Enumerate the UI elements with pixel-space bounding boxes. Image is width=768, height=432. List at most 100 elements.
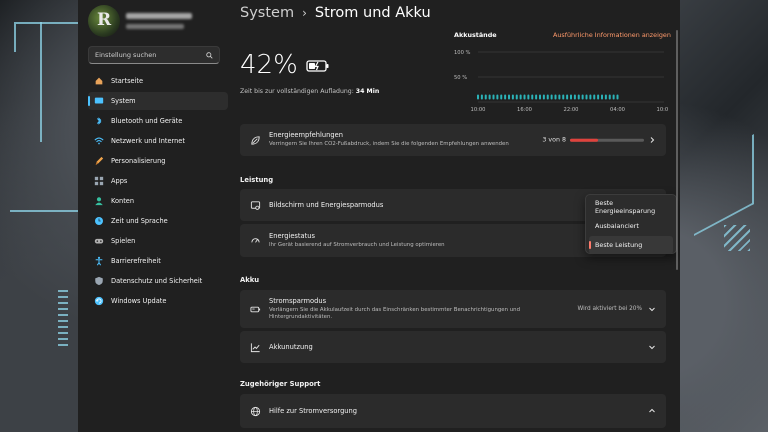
chart-point [558, 94, 561, 100]
chart-point [546, 94, 549, 100]
chevron-down-icon[interactable] [648, 305, 656, 313]
chart-point [612, 94, 615, 100]
option-balanced[interactable]: Ausbalanciert [589, 217, 673, 235]
charge-time-text: Zeit bis zur vollständigen Aufladung: 34… [240, 88, 379, 95]
battery-saver-card[interactable]: Stromsparmodus Verlängern Sie die Akkula… [240, 290, 666, 328]
chart-point [542, 94, 545, 100]
chart-point [566, 94, 569, 100]
sidebar-item-zeit-und-sprache[interactable]: Zeit und Sprache [88, 212, 228, 230]
battery-saver-subtitle-line1: Verlängern Sie die Akkulaufzeit durch da… [269, 306, 520, 313]
recommendations-progress-fill [570, 138, 598, 142]
sidebar-item-spielen[interactable]: Spielen [88, 232, 228, 250]
wifi-icon [94, 137, 104, 145]
breadcrumb-system[interactable]: System [240, 5, 294, 21]
charge-time-label: Zeit bis zur vollständigen Aufladung: [240, 88, 354, 95]
energy-recommendations-card[interactable]: Energieempfehlungen Verringern Sie Ihren… [240, 124, 666, 156]
sidebar-item-label: Konten [111, 197, 135, 205]
search-icon[interactable] [206, 51, 213, 59]
leaf-recommendation-icon [251, 135, 260, 145]
sidebar-item-label: Netzwerk und Internet [111, 137, 185, 145]
chart-x-tick-label: 16:00 [517, 107, 532, 113]
sidebar-item-barrierefreiheit[interactable]: Barrierefreiheit [88, 252, 228, 270]
home-icon [95, 77, 103, 85]
screen-sleep-icon [250, 200, 261, 210]
gamepad-icon [94, 238, 104, 244]
battery-saver-title: Stromsparmodus [269, 296, 327, 305]
chart-point [515, 94, 518, 100]
globe-icon [250, 406, 261, 416]
screen-sleep-title: Bildschirm und Energiesparmodus [269, 201, 384, 209]
sidebar-item-datenschutz-und-sicherheit[interactable]: Datenschutz und Sicherheit [88, 272, 228, 290]
sidebar-item-startseite[interactable]: Startseite [88, 72, 228, 90]
breadcrumb: System › Strom und Akku [240, 5, 431, 21]
chart-point [519, 94, 522, 100]
power-mode-dropdown[interactable]: Beste Energieeinsparung Ausbalanciert Be… [585, 194, 677, 254]
chart-point [484, 94, 487, 100]
apps-icon [94, 176, 104, 186]
chart-point [604, 94, 607, 100]
section-performance: Leistung [240, 176, 274, 184]
chart-point [593, 94, 596, 100]
brush-icon [95, 156, 104, 166]
sidebar-item-windows-update[interactable]: Windows Update [88, 292, 228, 310]
chart-point [577, 94, 580, 100]
bluetooth-icon [96, 117, 102, 125]
wallpaper-accent-dashes [58, 290, 68, 350]
recommendations-progress-bar [570, 138, 644, 142]
sidebar-item-bluetooth-und-geräte[interactable]: Bluetooth und Geräte [88, 112, 228, 130]
battery-charging-icon [306, 60, 329, 72]
globe-clock-icon [95, 217, 103, 225]
sidebar-item-label: System [111, 97, 136, 105]
sidebar-item-label: Datenschutz und Sicherheit [111, 277, 203, 285]
battery-usage-card[interactable]: Akkunutzung [240, 331, 666, 363]
search-box[interactable] [88, 46, 220, 64]
chart-point [500, 94, 503, 100]
person-icon [95, 197, 103, 206]
chart-title: Akkustände [454, 31, 497, 39]
avatar [88, 5, 120, 37]
battery-usage-title: Akkunutzung [269, 343, 313, 351]
chart-y-tick-label: 50 % [454, 75, 467, 81]
battery-level-chart-svg: 100 % 50 % 10:00 16:00 22:00 04:00 10:00 [454, 50, 671, 113]
sidebar-item-personalisierung[interactable]: Personalisierung [88, 152, 228, 170]
section-battery: Akku [240, 276, 260, 284]
option-best-performance[interactable]: Beste Leistung [589, 236, 673, 254]
chart-point [581, 94, 584, 100]
accessibility-icon [95, 256, 103, 266]
sidebar-item-apps[interactable]: Apps [88, 172, 228, 190]
chart-point [531, 94, 534, 100]
chart-point [601, 94, 603, 100]
user-profile[interactable] [88, 2, 226, 40]
settings-window: Startseite System Bluetooth und Geräte Netz… [78, 0, 680, 432]
chart-point [511, 94, 514, 100]
chart-point [585, 94, 588, 100]
chart-point [508, 94, 510, 100]
sidebar-item-konten[interactable]: Konten [88, 192, 228, 210]
search-input[interactable] [95, 51, 206, 59]
power-help-card[interactable]: Hilfe zur Stromversorgung [240, 394, 666, 428]
chart-x-tick-label: 10:00 [657, 107, 668, 113]
chart-point [539, 94, 541, 100]
chart-point [504, 94, 507, 100]
profile-email-blurred [126, 24, 184, 29]
battery-saver-subtitle-line2: Hintergrundaktivitäten. [269, 314, 333, 320]
chart-point [608, 94, 611, 100]
power-mode-title: Energiestatus [269, 231, 315, 240]
wallpaper-accent-line [14, 22, 78, 52]
sidebar-item-netzwerk-und-internet[interactable]: Netzwerk und Internet [88, 132, 228, 150]
chevron-right-icon[interactable] [648, 136, 656, 144]
chevron-down-icon[interactable] [648, 343, 656, 351]
scrollbar[interactable] [676, 30, 678, 270]
detailed-info-link[interactable]: Ausführliche Informationen anzeigen [553, 31, 671, 39]
battery-percentage: 42% [240, 50, 298, 80]
sidebar-item-label: Zeit und Sprache [111, 217, 168, 225]
shield-icon [95, 276, 103, 286]
option-best-power-efficiency[interactable]: Beste Energieeinsparung [589, 198, 673, 216]
chevron-up-icon[interactable] [648, 407, 656, 415]
profile-text-blurred [126, 13, 192, 29]
sidebar-item-system[interactable]: System [88, 92, 228, 110]
chart-point [480, 94, 483, 100]
chart-point [554, 94, 557, 100]
battery-level-chart: 100 % 50 % 10:00 16:00 22:00 04:00 10:00 [454, 44, 671, 116]
main-content: System › Strom und Akku 42% Zeit bis zur… [230, 0, 680, 432]
